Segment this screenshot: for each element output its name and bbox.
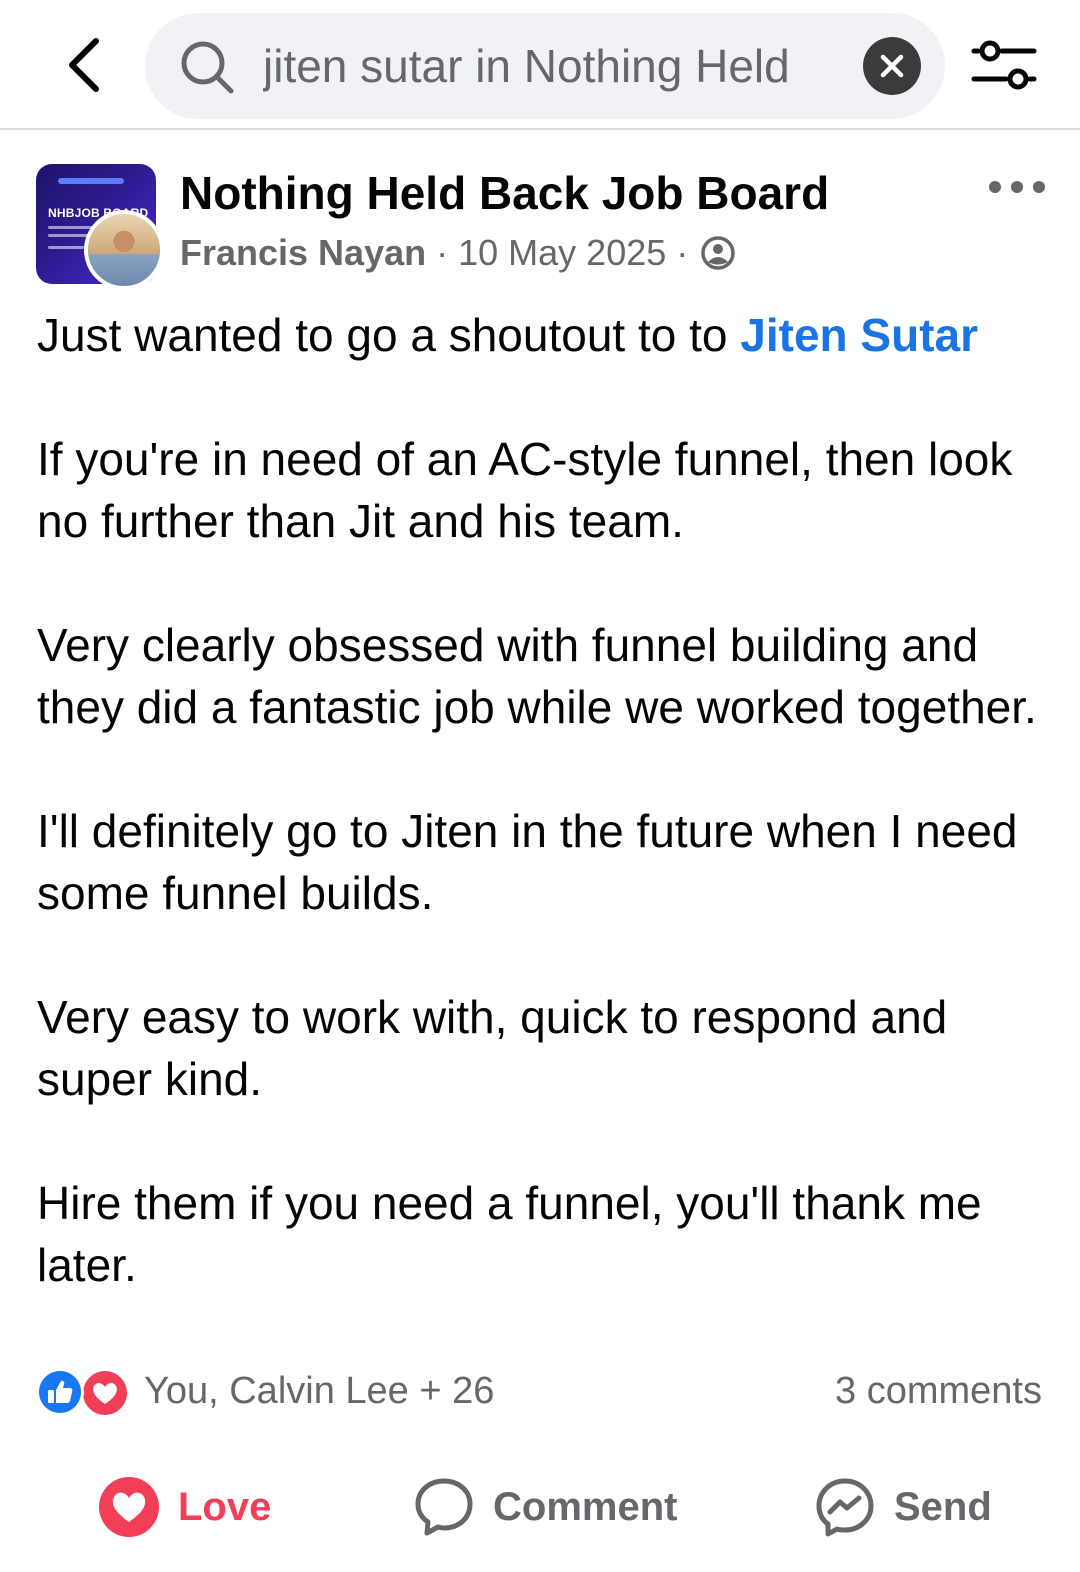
post-paragraph: Hire them if you need a funnel, you'll t… bbox=[37, 1177, 982, 1291]
love-reaction-icon bbox=[80, 1368, 130, 1418]
post-date[interactable]: 10 May 2025 bbox=[458, 232, 666, 274]
search-query[interactable]: jiten sutar in Nothing Held bbox=[263, 37, 823, 95]
love-button[interactable]: Love bbox=[98, 1474, 271, 1540]
send-button[interactable]: Send bbox=[814, 1474, 992, 1540]
messenger-icon bbox=[814, 1476, 876, 1538]
top-search-bar: jiten sutar in Nothing Held bbox=[0, 0, 1080, 130]
back-button[interactable] bbox=[54, 30, 114, 100]
author-avatar[interactable] bbox=[84, 210, 164, 290]
more-options-button[interactable] bbox=[985, 170, 1049, 204]
comment-button-label: Comment bbox=[493, 1484, 678, 1529]
comments-count-link[interactable]: 3 comments bbox=[835, 1370, 1042, 1413]
post-paragraph: If you're in need of an AC-style funnel,… bbox=[37, 433, 1013, 547]
like-reaction-icon bbox=[36, 1368, 84, 1416]
post-paragraph: Just wanted to go a shoutout to to Jiten… bbox=[37, 304, 1047, 366]
post-body: Just wanted to go a shoutout to to Jiten… bbox=[37, 304, 1047, 1296]
back-arrow-icon bbox=[69, 38, 99, 92]
post-meta: Francis Nayan · 10 May 2025 · bbox=[180, 232, 736, 274]
meta-separator: · bbox=[436, 232, 449, 273]
heart-icon bbox=[98, 1476, 160, 1538]
meta-separator: · bbox=[676, 232, 689, 273]
avatar-banner-strip bbox=[58, 178, 124, 184]
search-icon bbox=[181, 41, 234, 94]
post-paragraph: I'll definitely go to Jiten in the futur… bbox=[37, 805, 1018, 919]
clear-icon bbox=[880, 54, 904, 78]
post-header: NHBJOB BOARD Nothing Held Back Job Board… bbox=[0, 130, 1080, 290]
author-name-link[interactable]: Francis Nayan bbox=[180, 232, 426, 274]
filter-button[interactable] bbox=[970, 35, 1038, 95]
comment-bubble-icon bbox=[413, 1476, 475, 1538]
more-options-icon bbox=[989, 181, 1045, 193]
send-button-label: Send bbox=[894, 1484, 992, 1529]
members-only-icon bbox=[701, 236, 736, 270]
post-actions: Love Comment Send bbox=[0, 1462, 1080, 1552]
group-name-link[interactable]: Nothing Held Back Job Board bbox=[180, 166, 829, 220]
reaction-names[interactable]: You, Calvin Lee + 26 bbox=[144, 1370, 494, 1413]
reaction-icons[interactable] bbox=[36, 1368, 136, 1418]
comment-button[interactable]: Comment bbox=[413, 1474, 677, 1540]
avatar-line bbox=[48, 246, 84, 249]
love-button-label: Love bbox=[178, 1484, 272, 1529]
post-paragraph: Very clearly obsessed with funnel buildi… bbox=[37, 619, 1037, 733]
mention-link[interactable]: Jiten Sutar bbox=[740, 309, 978, 361]
filter-icon bbox=[971, 40, 1037, 90]
post-paragraph: Very easy to work with, quick to respond… bbox=[37, 991, 948, 1105]
search-field[interactable]: jiten sutar in Nothing Held bbox=[145, 13, 945, 119]
reactions-summary: You, Calvin Lee + 26 3 comments bbox=[36, 1364, 1046, 1422]
clear-search-button[interactable] bbox=[863, 37, 921, 95]
post-intro-text: Just wanted to go a shoutout to to bbox=[37, 309, 741, 361]
